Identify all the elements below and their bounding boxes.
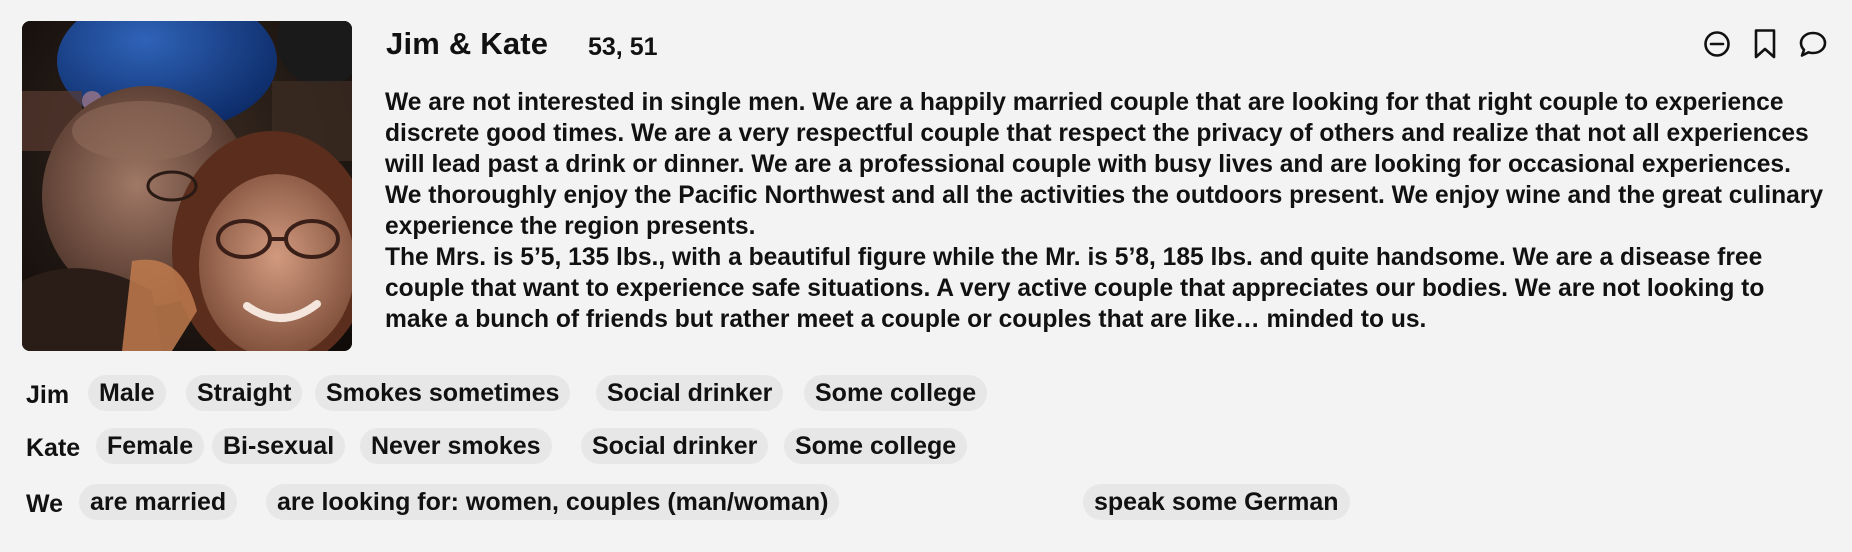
attribute-tag: Never smokes <box>360 428 552 464</box>
attribute-tag: Some college <box>784 428 968 464</box>
profile-bio: We are not interested in single men. We … <box>385 87 1825 335</box>
couple-photo-image <box>22 21 352 351</box>
attribute-row-we: We are married are looking for: women, c… <box>26 484 1426 524</box>
profile-ages: 53, 51 <box>588 33 658 61</box>
attribute-tag: Social drinker <box>581 428 769 464</box>
profile-photo[interactable] <box>22 21 352 351</box>
attribute-tag: Male <box>88 375 166 411</box>
attribute-row-label: Kate <box>26 434 81 462</box>
attribute-tag: Female <box>96 428 205 464</box>
attribute-tag: Social drinker <box>596 375 784 411</box>
attribute-row-kate: Kate Female Bi-sexual Never smokes Socia… <box>26 428 1026 468</box>
attribute-tag: Some college <box>804 375 988 411</box>
profile-actions <box>1702 28 1828 60</box>
hide-icon[interactable] <box>1702 28 1732 60</box>
bookmark-icon[interactable] <box>1750 28 1780 60</box>
attribute-tag: Straight <box>186 375 303 411</box>
attribute-row-jim: Jim Male Straight Smokes sometimes Socia… <box>26 375 1026 415</box>
attribute-tag: Bi-sexual <box>212 428 346 464</box>
attribute-tag: speak some German <box>1083 484 1350 520</box>
bio-paragraph: The Mrs. is 5’5, 135 lbs., with a beauti… <box>385 244 1765 333</box>
attribute-tag: are looking for: women, couples (man/wom… <box>266 484 840 520</box>
attribute-row-label: Jim <box>26 381 70 409</box>
attribute-row-label: We <box>26 490 64 518</box>
bio-paragraph: We are not interested in single men. We … <box>385 89 1824 240</box>
profile-name: Jim & Kate <box>386 26 549 61</box>
message-icon[interactable] <box>1798 28 1828 60</box>
attribute-tag: Smokes sometimes <box>315 375 571 411</box>
profile-card: Jim & Kate 53, 51 We are not interested … <box>0 0 1852 552</box>
attribute-tag: are married <box>79 484 238 520</box>
